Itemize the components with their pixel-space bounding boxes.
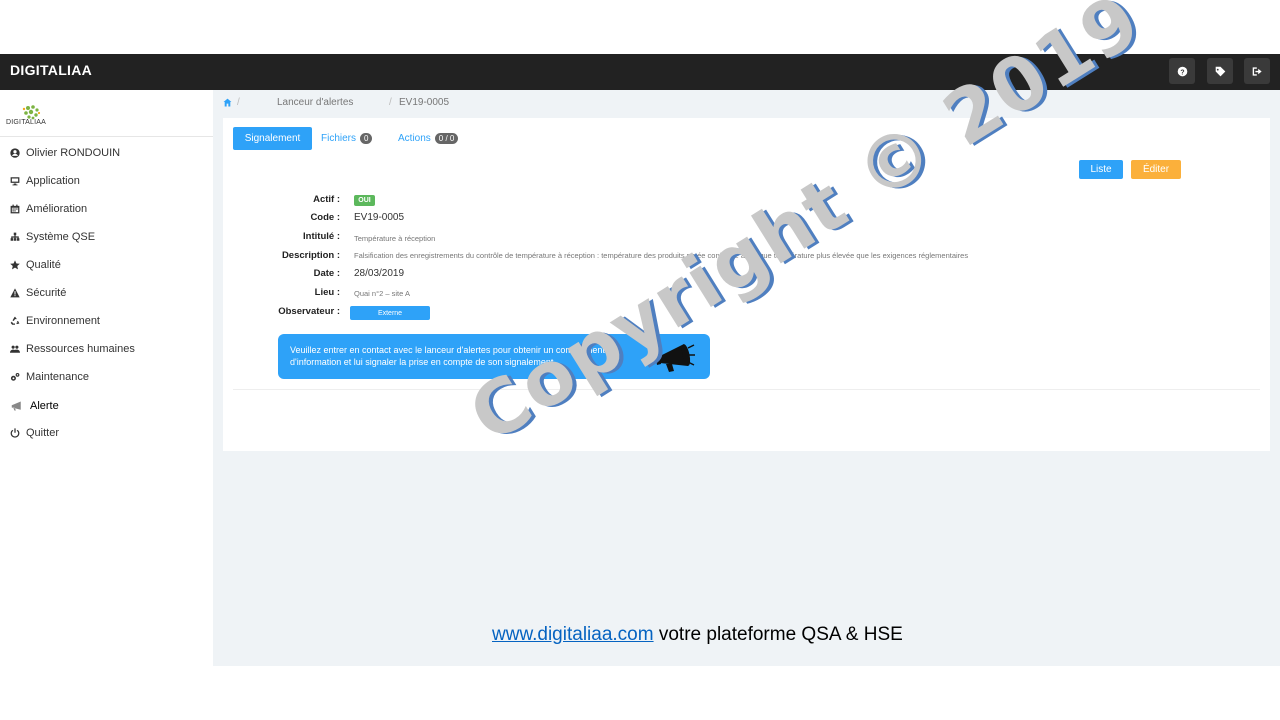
description-label: Description : [281, 250, 340, 261]
warning-icon [9, 287, 21, 299]
sidebar-item-maintenance[interactable]: Maintenance [9, 368, 89, 386]
users-icon [9, 343, 21, 355]
brand-title[interactable]: DIGITALIAA [10, 62, 92, 78]
actif-label: Actif : [313, 194, 340, 205]
date-label: Date : [313, 268, 340, 279]
power-icon [9, 427, 21, 439]
tab-actions-label: Actions [398, 133, 431, 144]
sidebar-item-label: Environnement [26, 315, 100, 327]
user-icon [9, 147, 21, 159]
sidebar-item-qualite[interactable]: Qualité [9, 256, 61, 274]
website-link[interactable]: www.digitaliaa.com [492, 624, 654, 645]
sidebar-item-environnement[interactable]: Environnement [9, 312, 100, 330]
tab-signalement[interactable]: Signalement [233, 127, 312, 150]
code-value: EV19-0005 [354, 212, 405, 223]
sidebar-item-label: Maintenance [26, 371, 89, 383]
observateur-label: Observateur : [278, 306, 340, 317]
lieu-value: Quai n°2 – site A [354, 289, 410, 298]
megaphone-icon [9, 400, 25, 412]
sidebar-item-alerte[interactable]: Alerte [9, 397, 59, 415]
star-icon [9, 259, 21, 271]
sidebar: DIGITALIAA Olivier RONDOUIN Application … [0, 90, 213, 666]
sidebar-item-label: Olivier RONDOUIN [26, 147, 121, 159]
home-icon[interactable] [223, 98, 233, 108]
footer-tagline: www.digitaliaa.com votre plateforme QSA … [492, 624, 903, 646]
fichiers-count-badge: 0 [360, 133, 373, 144]
logo-text: DIGITALIAA [6, 119, 46, 126]
editer-button[interactable]: Éditer [1131, 160, 1181, 179]
intitule-label: Intitulé : [303, 231, 340, 242]
sidebar-item-amelioration[interactable]: Amélioration [9, 200, 87, 218]
breadcrumb-item-current: EV19-0005 [399, 97, 450, 108]
sitemap-icon [9, 231, 21, 243]
code-label: Code : [310, 212, 340, 223]
tab-actions[interactable]: Actions 0 / 0 [398, 127, 459, 150]
sidebar-item-label: Sécurité [26, 287, 67, 299]
breadcrumb-separator: / [237, 97, 240, 108]
sign-out-button[interactable] [1244, 58, 1270, 84]
sidebar-item-label: Quitter [26, 427, 60, 439]
sidebar-item-quitter[interactable]: Quitter [9, 424, 59, 442]
sidebar-item-systeme-qse[interactable]: Système QSE [9, 228, 95, 246]
sign-out-icon [1252, 66, 1262, 76]
sidebar-item-label: Amélioration [26, 203, 88, 215]
sidebar-item-label: Ressources humaines [26, 343, 135, 355]
tab-fichiers[interactable]: Fichiers 0 [321, 127, 373, 150]
sidebar-item-securite[interactable]: Sécurité [9, 284, 66, 302]
sidebar-item-label: Système QSE [26, 231, 96, 243]
sidebar-item-user[interactable]: Olivier RONDOUIN [9, 144, 120, 162]
calendar-icon [9, 203, 21, 215]
intitule-value: Température à réception [354, 234, 436, 243]
date-value: 28/03/2019 [354, 268, 405, 279]
help-icon: ? [1177, 66, 1187, 76]
sidebar-item-label: Qualité [26, 259, 61, 271]
footer-text: votre plateforme QSA & HSE [653, 624, 903, 645]
cogs-icon [9, 371, 21, 383]
tab-fichiers-label: Fichiers [321, 133, 357, 144]
help-button[interactable]: ? [1169, 58, 1195, 84]
sidebar-item-label: Application [26, 175, 80, 187]
actif-badge: OUI [354, 195, 375, 206]
actions-count-badge: 0 / 0 [434, 133, 459, 144]
svg-text:?: ? [1180, 69, 1184, 76]
liste-button[interactable]: Liste [1079, 160, 1123, 179]
sidebar-divider [0, 136, 213, 137]
breadcrumb-separator: / [389, 97, 392, 108]
tag-icon [1215, 66, 1225, 76]
sidebar-item-application[interactable]: Application [9, 172, 80, 190]
monitor-icon [9, 175, 21, 187]
panel-divider [233, 389, 1260, 390]
recycle-icon [9, 315, 21, 327]
observateur-badge: Externe [350, 306, 430, 320]
breadcrumb-item-lanceur-alertes[interactable]: Lanceur d'alertes [277, 97, 353, 108]
sidebar-item-ressources-humaines[interactable]: Ressources humaines [9, 340, 135, 358]
app-window: DIGITALIAA ? DIGITALIAA Olivier RONDOUIN [0, 0, 1280, 720]
tag-button[interactable] [1207, 58, 1233, 84]
lieu-label: Lieu : [314, 287, 340, 298]
sidebar-item-label: Alerte [30, 400, 59, 412]
